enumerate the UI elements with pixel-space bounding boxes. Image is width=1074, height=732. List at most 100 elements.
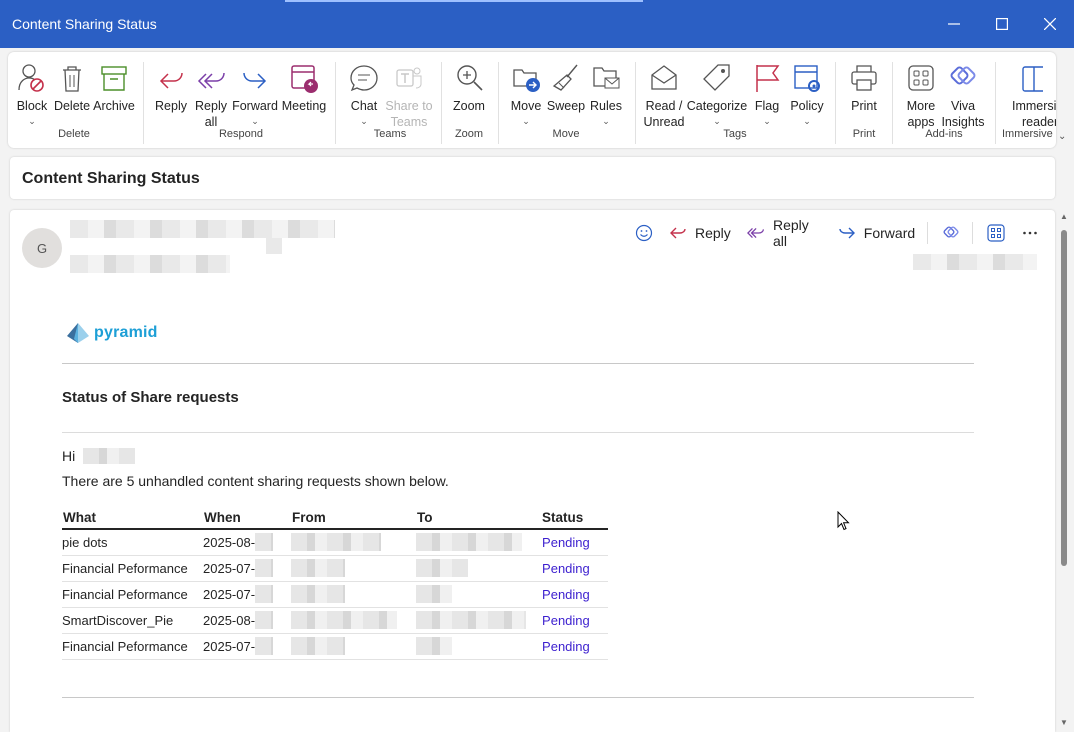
group-divider [995, 62, 996, 144]
requests-table: What When From To Status pie dots 2025-0… [62, 507, 609, 660]
vertical-scrollbar[interactable]: ▲ ▼ [1059, 210, 1071, 732]
redacted-cell [416, 533, 523, 552]
meeting-button[interactable]: Meeting [280, 60, 328, 114]
forward-button[interactable]: Forward ⌄ [232, 60, 278, 126]
reply-all-icon [195, 60, 227, 94]
chat-button[interactable]: Chat ⌄ [346, 60, 382, 126]
ribbon-expand-icon[interactable]: ⌄ [1058, 131, 1066, 142]
table-row: Financial Peformance 2025-07- Pending [62, 581, 609, 608]
minimize-icon [948, 23, 960, 25]
col-status: Status [541, 507, 609, 530]
redacted-cell [416, 611, 527, 629]
categorize-button[interactable]: Categorize ⌄ [687, 60, 747, 126]
scroll-up-icon[interactable]: ▲ [1060, 212, 1068, 221]
ribbon: Block ⌄ Delete Archive Delete Reply Repl… [8, 52, 1056, 148]
redacted-cell [291, 585, 346, 603]
table-row: Financial Peformance 2025-07- Pending [62, 633, 609, 660]
redacted-cell [291, 637, 346, 655]
group-divider [892, 62, 893, 144]
sweep-icon [550, 60, 582, 94]
mouse-cursor-icon [837, 510, 850, 536]
reaction-button[interactable] [635, 224, 653, 242]
immersive-reader-icon [1012, 60, 1044, 94]
move-icon [510, 60, 542, 94]
status-pending-link[interactable]: Pending [541, 581, 609, 608]
close-button[interactable] [1035, 10, 1065, 38]
chevron-down-icon: ⌄ [803, 116, 811, 126]
message-reply-button[interactable]: Reply [669, 225, 731, 241]
actions-divider [972, 222, 973, 244]
apps-action-button[interactable] [987, 224, 1005, 242]
window-title: Content Sharing Status [12, 16, 157, 32]
group-label-teams: Teams [373, 128, 407, 140]
redacted-cell [255, 585, 274, 603]
move-button[interactable]: Move ⌄ [508, 60, 544, 126]
message-reply-all-button[interactable]: Reply all [746, 217, 822, 249]
pyramid-logo-icon [67, 323, 89, 343]
rules-icon [590, 60, 622, 94]
actions-divider [927, 222, 929, 244]
block-button[interactable]: Block ⌄ [14, 60, 50, 126]
maximize-button[interactable] [987, 10, 1017, 38]
maximize-icon [996, 18, 1008, 30]
redacted-cell [291, 611, 398, 629]
redacted-cell [416, 637, 453, 655]
divider [62, 363, 974, 364]
envelope-open-icon [648, 60, 680, 94]
read-unread-button[interactable]: Read / Unread [644, 60, 685, 130]
group-divider [635, 62, 636, 144]
close-icon [1044, 18, 1056, 30]
immersive-reader-button[interactable]: Immersive reader [1012, 60, 1056, 130]
reply-all-button[interactable]: Reply all [194, 60, 228, 130]
more-apps-button[interactable]: More apps [902, 60, 940, 130]
meeting-icon [288, 60, 320, 94]
status-pending-link[interactable]: Pending [541, 633, 609, 660]
group-divider [143, 62, 144, 144]
group-label-addins: Add-ins [925, 128, 963, 140]
policy-button[interactable]: Policy ⌄ [788, 60, 826, 126]
title-bar: Content Sharing Status [0, 0, 1074, 48]
message-actions: Reply Reply all Forward [635, 217, 1055, 249]
redacted-cell [416, 559, 469, 577]
status-pending-link[interactable]: Pending [541, 555, 609, 582]
delete-button[interactable]: Delete [54, 60, 90, 114]
smiley-icon [635, 224, 653, 242]
scroll-down-icon[interactable]: ▼ [1060, 718, 1068, 727]
redacted-cell [255, 533, 274, 552]
col-from: From [291, 507, 417, 530]
group-label-print: Print [852, 128, 876, 140]
sender-name-redacted [70, 220, 335, 238]
minimize-button[interactable] [939, 10, 969, 38]
archive-icon [98, 60, 130, 94]
rules-button[interactable]: Rules ⌄ [588, 60, 624, 126]
divider [62, 697, 974, 698]
share-to-teams-button[interactable]: Share to Teams [384, 60, 434, 130]
reply-button[interactable]: Reply [154, 60, 188, 114]
more-icon [1023, 231, 1037, 235]
reply-icon [155, 60, 187, 94]
viva-action-button[interactable] [942, 224, 960, 242]
teams-icon [393, 60, 425, 94]
chevron-down-icon: ⌄ [251, 116, 259, 126]
status-pending-link[interactable]: Pending [541, 529, 609, 556]
group-label-respond: Respond [218, 128, 264, 140]
flag-button[interactable]: Flag ⌄ [750, 60, 784, 126]
more-options-button[interactable] [1021, 224, 1039, 242]
status-pending-link[interactable]: Pending [541, 607, 609, 634]
table-header-row: What When From To Status [62, 507, 609, 530]
group-divider [335, 62, 336, 144]
sweep-button[interactable]: Sweep [547, 60, 585, 114]
zoom-button[interactable]: Zoom [450, 60, 488, 114]
print-button[interactable]: Print [846, 60, 882, 114]
archive-button[interactable]: Archive [93, 60, 135, 114]
scrollbar-thumb[interactable] [1061, 230, 1067, 566]
reply-all-icon [746, 228, 764, 238]
avatar[interactable]: G [22, 228, 62, 268]
title-accent [285, 0, 643, 2]
flag-icon [751, 60, 783, 94]
policy-icon [791, 60, 823, 94]
message-forward-button[interactable]: Forward [838, 225, 915, 241]
forward-icon [239, 60, 271, 94]
viva-insights-button[interactable]: Viva Insights [940, 60, 986, 130]
divider [62, 432, 974, 433]
